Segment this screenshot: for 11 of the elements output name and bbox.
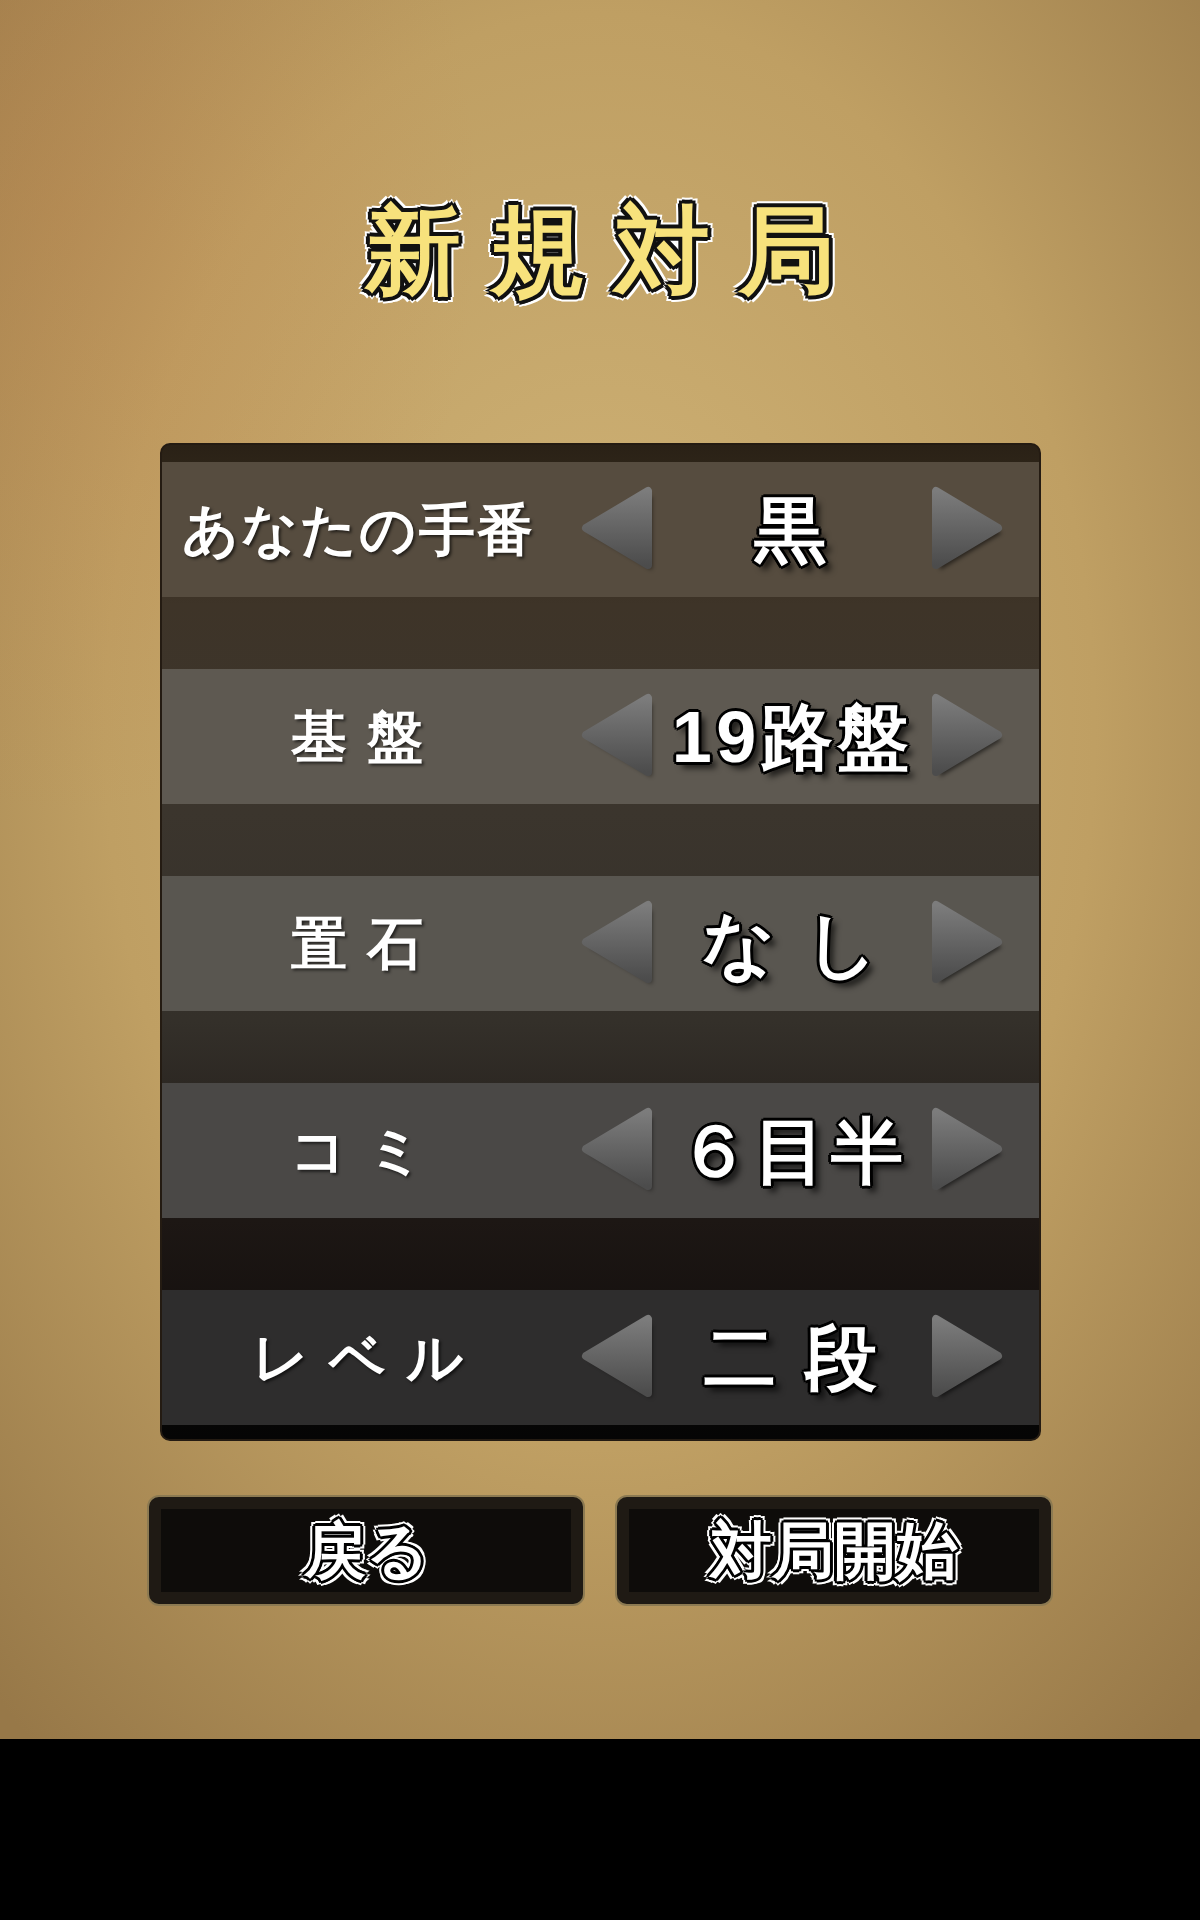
setting-label: コ ミ xyxy=(289,1122,428,1179)
back-button[interactable]: 戻る xyxy=(147,1495,585,1606)
setting-label: 置 石 xyxy=(290,915,427,972)
setting-value: 19路盤 xyxy=(670,700,915,773)
setting-value: ６目半 xyxy=(677,1114,908,1187)
start-game-button[interactable]: 対局開始 xyxy=(615,1495,1053,1606)
setting-label: あなたの手番 xyxy=(180,501,537,558)
setting-label: 基 盤 xyxy=(290,708,427,765)
setting-value: 黒 xyxy=(753,493,832,566)
setting-label: レ ベ ル xyxy=(250,1329,467,1386)
setting-value: 二 段 xyxy=(703,1321,882,1394)
